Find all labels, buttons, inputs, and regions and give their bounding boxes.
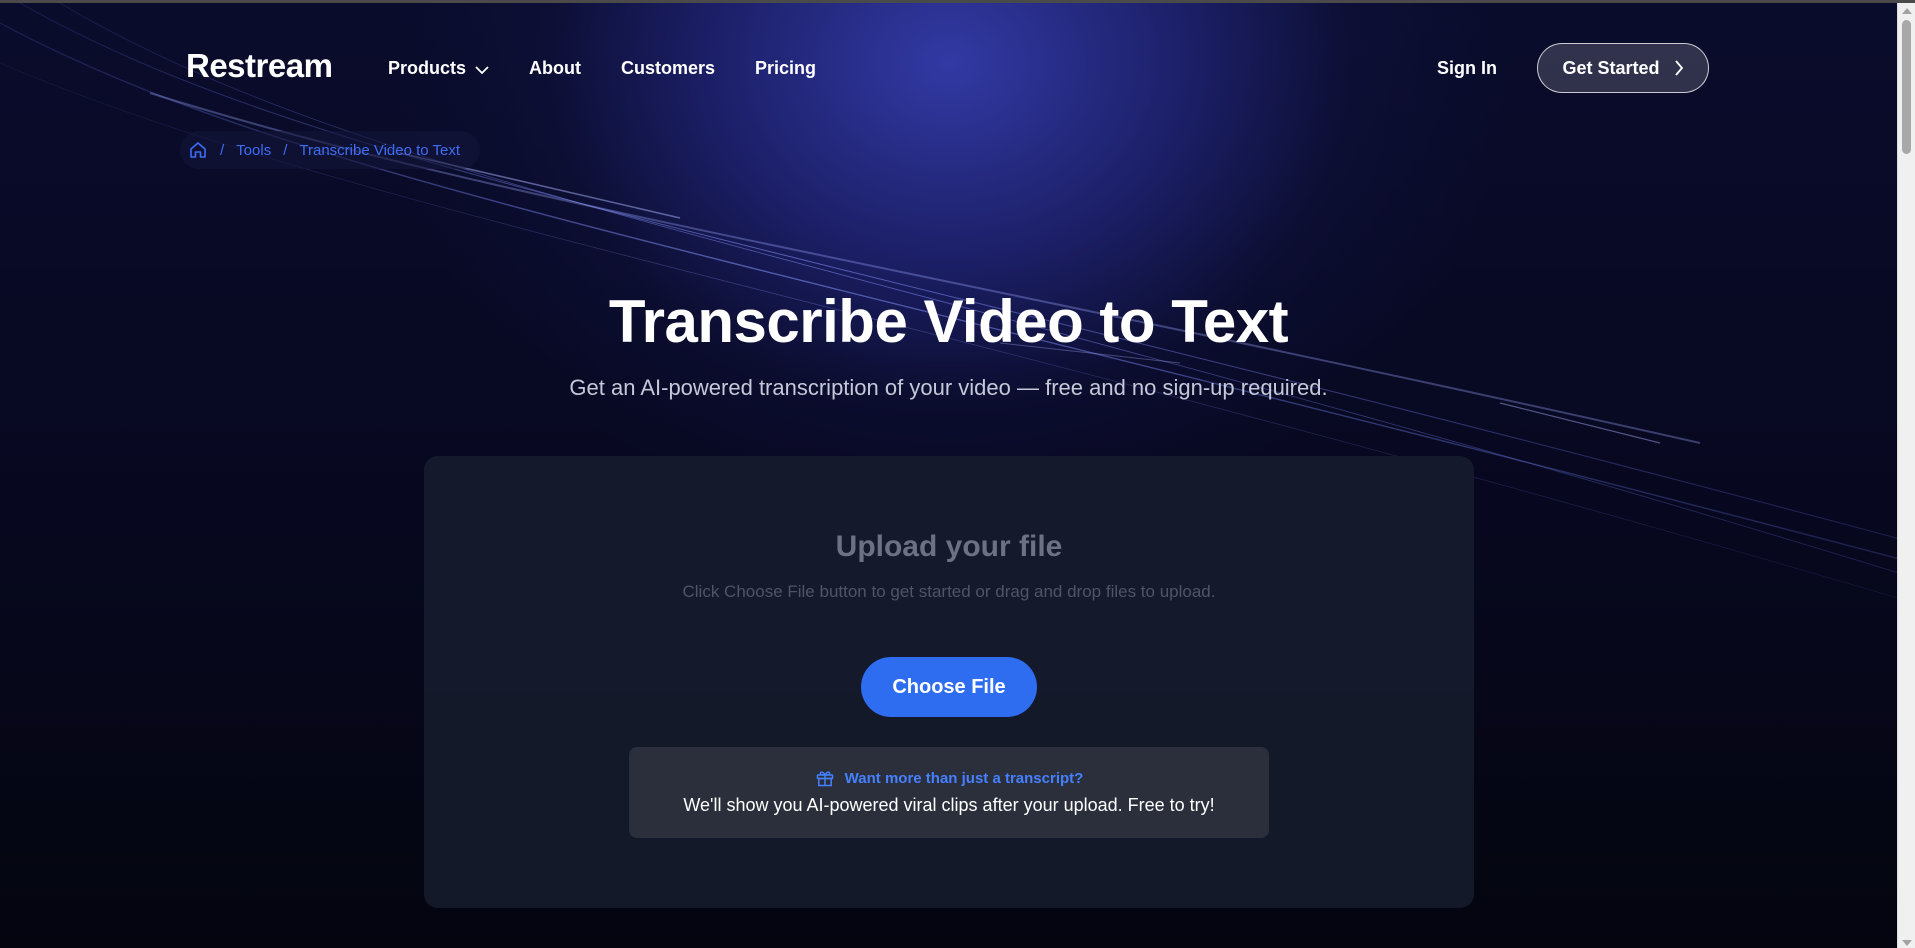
chevron-down-icon <box>475 65 489 74</box>
restream-logo[interactable]: Restream <box>186 47 333 85</box>
promo-heading: Want more than just a transcript? <box>844 769 1084 787</box>
scroll-thumb[interactable] <box>1902 20 1911 154</box>
page-subtitle: Get an AI-powered transcription of your … <box>569 375 1328 400</box>
breadcrumb-current[interactable]: Transcribe Video to Text <box>299 142 460 159</box>
get-started-label: Get Started <box>1562 57 1660 78</box>
scroll-down-arrow-icon[interactable] <box>1902 940 1912 946</box>
promo-heading-row: Want more than just a transcript? <box>629 768 1269 788</box>
breadcrumb-separator: / <box>220 141 225 159</box>
main-nav: Products About Customers Pricing <box>388 58 856 79</box>
chevron-right-icon <box>1674 60 1683 76</box>
promo-body: We'll show you AI-powered viral clips af… <box>683 795 1215 815</box>
upload-instructions: Click Choose File button to get started … <box>682 582 1216 601</box>
breadcrumb: / Tools / Transcribe Video to Text <box>180 131 481 169</box>
gift-icon <box>816 771 833 787</box>
nav-products[interactable]: Products <box>388 58 489 79</box>
nav-pricing[interactable]: Pricing <box>755 58 816 79</box>
viral-clips-promo: Want more than just a transcript? We'll … <box>629 747 1269 838</box>
nav-customers[interactable]: Customers <box>621 58 715 79</box>
upload-dropzone[interactable]: Upload your file Click Choose File butto… <box>424 456 1474 908</box>
page: Restream Products About Customers Pricin… <box>0 0 1915 948</box>
choose-file-button[interactable]: Choose File <box>861 657 1037 717</box>
page-scrollbar[interactable] <box>1897 3 1915 948</box>
upload-title: Upload your file <box>835 530 1063 563</box>
sign-in-link[interactable]: Sign In <box>1437 58 1497 79</box>
scroll-up-arrow-icon[interactable] <box>1902 8 1912 14</box>
page-title: Transcribe Video to Text <box>608 288 1289 355</box>
home-icon[interactable] <box>188 140 208 160</box>
get-started-button[interactable]: Get Started <box>1537 43 1709 93</box>
breadcrumb-separator: / <box>283 141 288 159</box>
nav-products-label: Products <box>388 58 467 78</box>
nav-about[interactable]: About <box>529 58 581 79</box>
breadcrumb-tools[interactable]: Tools <box>236 142 271 159</box>
